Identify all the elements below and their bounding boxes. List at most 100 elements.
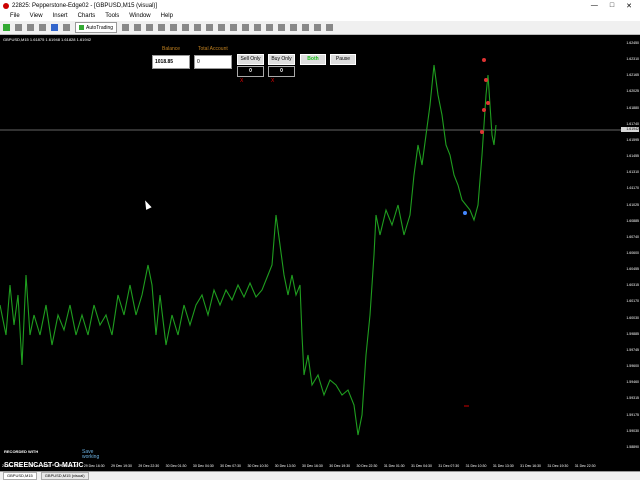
- window-controls: — □ ✕: [591, 2, 640, 10]
- current-price-label: 1.61942: [621, 127, 639, 132]
- sell-count-field: 0: [237, 66, 264, 77]
- price-tick-label: 1.61025: [626, 202, 639, 207]
- price-tick-label: 1.60030: [626, 315, 639, 320]
- price-chart-svg: [0, 58, 621, 436]
- new-chart-icon[interactable]: [3, 24, 10, 31]
- menu-window[interactable]: Window: [124, 13, 155, 19]
- autotrading-icon: [79, 25, 84, 30]
- chart-tabs: GBPUSD,M15 GBPUSD,M15 (visual): [0, 471, 640, 480]
- screencast-watermark: RECORDED WITH SCREENCAST-O-MATIC: [4, 449, 84, 472]
- menu-insert[interactable]: Insert: [48, 13, 73, 19]
- zoom-in-icon[interactable]: [158, 24, 166, 31]
- menu-file[interactable]: File: [0, 13, 25, 19]
- recorded-with-label: RECORDED WITH: [4, 449, 39, 454]
- price-tick-label: 1.61595: [626, 137, 639, 142]
- trade-marker: [486, 101, 490, 105]
- autotrading-label: AutoTrading: [86, 24, 114, 31]
- price-line: [0, 64, 497, 436]
- price-tick-label: 1.60600: [626, 251, 639, 255]
- templates-icon[interactable]: [242, 24, 250, 31]
- menu-help[interactable]: Help: [156, 13, 178, 19]
- navigator-icon[interactable]: [39, 24, 46, 31]
- time-tick-label: 31 Dec 22:30: [574, 464, 596, 468]
- time-tick-label: 30 Dec 01:30: [165, 464, 187, 468]
- trade-marker: [482, 108, 486, 112]
- close-sell-button[interactable]: X: [240, 78, 243, 84]
- horizontal-line-icon[interactable]: [290, 24, 298, 31]
- trade-marker: [484, 78, 488, 82]
- price-tick-label: 1.61170: [626, 186, 639, 191]
- window-title: 22825: Pepperstone-Edge02 - [GBPUSD,M15 …: [12, 2, 158, 9]
- terminal-icon[interactable]: [51, 24, 58, 31]
- screencast-brand: SCREENCAST-O-MATIC: [4, 462, 84, 469]
- chart-shift-icon[interactable]: [206, 24, 214, 31]
- maximize-button[interactable]: □: [610, 2, 614, 10]
- candlestick-icon[interactable]: [134, 24, 142, 31]
- price-tick-label: 1.61455: [626, 154, 639, 159]
- buy-only-button[interactable]: Buy Only: [268, 54, 295, 65]
- vertical-line-icon[interactable]: [278, 24, 286, 31]
- time-tick-label: 31 Dec 19:30: [547, 464, 569, 468]
- time-axis: 29 Dec 2014 29 Dec 10:30 29 Dec 13:30 29 De…: [0, 463, 621, 471]
- tab-gbpusd-m15[interactable]: GBPUSD,M15: [3, 472, 37, 480]
- autoscroll-icon[interactable]: [194, 24, 202, 31]
- time-tick-label: 30 Dec 04:30: [192, 464, 214, 468]
- price-tick-label: 1.59885: [626, 331, 639, 336]
- indicators-icon[interactable]: [218, 24, 226, 31]
- time-tick-label: 30 Dec 07:30: [220, 464, 241, 468]
- time-tick-label: 29 Dec 16:30: [83, 464, 105, 468]
- title-bar: 22825: Pepperstone-Edge02 - [GBPUSD,M15 …: [0, 0, 640, 11]
- time-tick-label: 31 Dec 01:30: [383, 464, 405, 468]
- bar-chart-icon[interactable]: [122, 24, 130, 31]
- both-button[interactable]: Both: [300, 54, 326, 65]
- time-tick-label: 31 Dec 16:30: [520, 464, 541, 468]
- price-tick-label: 1.62025: [626, 89, 639, 94]
- time-tick-label: 31 Dec 04:30: [411, 464, 432, 468]
- tile-windows-icon[interactable]: [182, 24, 190, 31]
- profiles-icon[interactable]: [15, 24, 22, 31]
- minimize-button[interactable]: —: [591, 2, 598, 10]
- periods-icon[interactable]: [230, 24, 238, 31]
- price-tick-label: 1.60315: [626, 283, 639, 288]
- cursor-icon[interactable]: [254, 24, 262, 31]
- price-tick-label: 1.59030: [626, 428, 639, 433]
- menu-charts[interactable]: Charts: [73, 13, 101, 19]
- price-tick-label: 1.59745: [626, 347, 639, 352]
- time-tick-label: 30 Dec 19:30: [329, 464, 351, 468]
- price-tick-label: 1.59315: [626, 396, 639, 401]
- app-icon: [3, 2, 9, 9]
- trade-marker: [463, 211, 467, 215]
- market-watch-icon[interactable]: [27, 24, 34, 31]
- buy-count-field: 0: [268, 66, 295, 77]
- trendline-icon[interactable]: [302, 24, 310, 31]
- crosshair-icon[interactable]: [266, 24, 274, 31]
- close-buy-button[interactable]: X: [271, 78, 274, 84]
- price-tick-label: 1.60885: [626, 218, 639, 223]
- menu-bar: File View Insert Charts Tools Window Hel…: [0, 11, 640, 21]
- trade-marker: [482, 58, 486, 62]
- balance-label: Balance: [162, 46, 181, 52]
- strategy-tester-icon[interactable]: [63, 24, 70, 31]
- zoom-out-icon[interactable]: [170, 24, 178, 31]
- sell-only-button[interactable]: Sell Only: [237, 54, 264, 65]
- text-icon[interactable]: [314, 24, 322, 31]
- autotrading-button[interactable]: AutoTrading: [75, 22, 118, 33]
- close-button[interactable]: ✕: [626, 2, 632, 10]
- chart-symbol-header: GBPUSD,M15 1.61875 1.61948 1.61828 1.619…: [3, 37, 92, 42]
- menu-view[interactable]: View: [25, 13, 48, 19]
- menu-tools[interactable]: Tools: [100, 13, 124, 19]
- price-tick-label: 1.58890: [626, 444, 639, 449]
- pause-button[interactable]: Pause: [330, 54, 356, 65]
- price-tick-label: 1.59460: [626, 380, 639, 385]
- price-tick-label: 1.59175: [626, 412, 639, 417]
- price-chart[interactable]: GBPUSD,M15 1.61875 1.61948 1.61828 1.619…: [0, 35, 621, 463]
- total-account-field: 0: [194, 55, 232, 69]
- line-chart-icon[interactable]: [146, 24, 154, 31]
- price-tick-label: 1.60455: [626, 267, 639, 272]
- price-tick-label: 1.62310: [626, 57, 639, 62]
- time-tick-label: 29 Dec 22:30: [138, 464, 160, 468]
- working-label: Save working: [82, 449, 100, 460]
- tab-gbpusd-m15-visual[interactable]: GBPUSD,M15 (visual): [40, 472, 89, 480]
- arrow-icon[interactable]: [326, 24, 334, 31]
- balance-field: 1018.85: [152, 55, 190, 69]
